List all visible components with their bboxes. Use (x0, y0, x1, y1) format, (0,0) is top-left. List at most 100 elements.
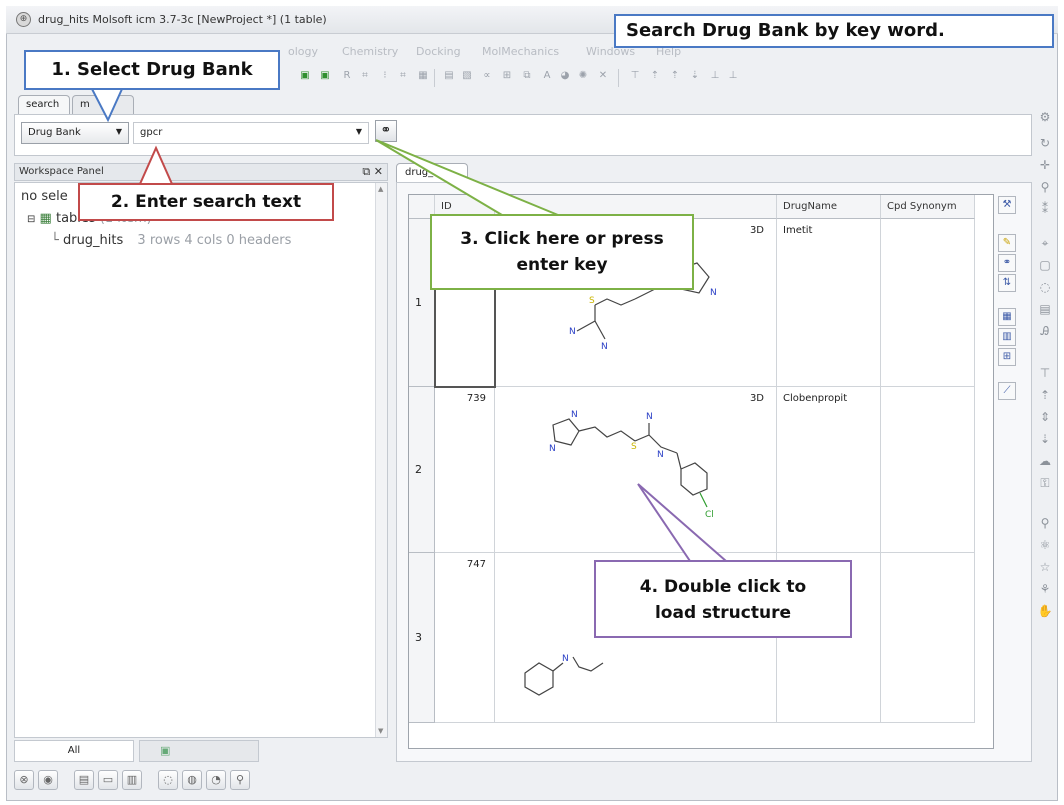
atom-icon[interactable]: ⚛ (1036, 538, 1054, 556)
grid-icon[interactable]: ▦ (416, 69, 430, 83)
scroll-up-icon[interactable]: ▲ (378, 185, 383, 193)
menu-item-biology[interactable]: ology (288, 45, 318, 58)
alignment-icon[interactable]: ∝ (480, 69, 494, 83)
toolbar-separator (434, 69, 435, 87)
molecule-icon[interactable]: ✺ (576, 69, 590, 83)
tree-icon[interactable]: ⚘ (1036, 582, 1054, 600)
align-top-icon[interactable]: ⊤ (628, 69, 642, 83)
menu-item-docking[interactable]: Docking (416, 45, 461, 58)
wrench-icon[interactable]: ⚒ (998, 196, 1016, 214)
align-mid-icon[interactable]: ⇕ (1036, 410, 1054, 428)
table-icon[interactable]: ▦ (998, 308, 1016, 326)
menu-item-molmechanics[interactable]: MolMechanics (482, 45, 559, 58)
align-mid-icon[interactable]: ⇡ (668, 69, 682, 83)
zoom-icon[interactable]: ⚲ (230, 770, 250, 790)
table-icon[interactable]: ▤ (1036, 302, 1054, 320)
table-cell-drugname[interactable]: Clobenpropit (777, 387, 881, 553)
scroll-down-icon[interactable]: ▼ (378, 727, 383, 735)
expand-icon[interactable]: ⊟ (27, 214, 35, 225)
globe-icon[interactable]: ◍ (182, 770, 202, 790)
column-header-synonym[interactable]: Cpd Synonym (881, 195, 975, 219)
workspace-scrollbar[interactable]: ▲ ▼ (375, 183, 387, 737)
copy-icon[interactable]: ⧉ (520, 69, 534, 83)
record-icon[interactable]: ◉ (38, 770, 58, 790)
label-icon[interactable]: ⌖ (1036, 236, 1054, 254)
pencil-icon[interactable]: ✎ (998, 234, 1016, 252)
add-table-icon[interactable]: ▣ (318, 69, 332, 83)
move-icon[interactable]: ✛ (1036, 158, 1054, 176)
add-molecule-icon[interactable]: ▣ (298, 69, 312, 83)
tab-molecules[interactable]: m (72, 95, 134, 115)
table-view-icon[interactable]: ⊞ (500, 69, 514, 83)
align-down-icon[interactable]: ⇣ (1036, 432, 1054, 450)
structure-cell[interactable]: 3D N N S N N Cl (495, 387, 777, 553)
atom-label: N (549, 444, 556, 454)
rotate-icon[interactable]: ↻ (1036, 136, 1054, 154)
chain-icon[interactable]: ⁝ (378, 69, 392, 83)
columns-icon[interactable]: ▥ (998, 328, 1016, 346)
star-icon[interactable]: ☆ (1036, 560, 1054, 578)
callout-step-3-line-2: enter key (516, 255, 608, 275)
tab-search[interactable]: search (18, 95, 70, 115)
table-cell-id[interactable]: 739 (435, 387, 495, 553)
row-number[interactable]: 2 (409, 387, 435, 553)
lasso-icon[interactable]: ◌ (1036, 280, 1054, 298)
bond-chain (634, 288, 656, 300)
table-cell-synonym[interactable] (881, 219, 975, 387)
panel-icon[interactable]: ▥ (122, 770, 142, 790)
mesh-icon[interactable]: ⁑ (1036, 202, 1054, 220)
text-icon[interactable]: A (540, 69, 554, 83)
text-icon[interactable]: Ꭿ (1036, 324, 1054, 342)
menu-item-chemistry[interactable]: Chemistry (342, 45, 398, 58)
close-icon[interactable]: ✕ (374, 165, 383, 178)
stop-icon[interactable]: ⊗ (14, 770, 34, 790)
bond-chain (578, 426, 636, 442)
3d-tag: 3D (749, 225, 764, 236)
box-icon[interactable]: ▢ (1036, 258, 1054, 276)
table-cell-synonym[interactable] (881, 553, 975, 723)
bond-chain (594, 298, 636, 306)
pin-icon[interactable]: ⚲ (1036, 516, 1054, 534)
tools-icon[interactable]: ✕ (596, 69, 610, 83)
database-select[interactable]: Drug Bank ▼ (21, 122, 129, 144)
sequence-icon[interactable]: ▧ (460, 69, 474, 83)
sort-icon[interactable]: ⇅ (998, 274, 1016, 292)
scaffold-icon[interactable]: ⌗ (358, 69, 372, 83)
window-icon[interactable]: ▭ (98, 770, 118, 790)
layout-icon[interactable]: ▤ (74, 770, 94, 790)
align-base-icon[interactable]: ⊥ (726, 69, 740, 83)
binoculars-icon[interactable]: ⚭ (998, 254, 1016, 272)
align-top-icon[interactable]: ⊤ (1036, 366, 1054, 384)
cloud-icon[interactable]: ☁ (1036, 454, 1054, 472)
search-input[interactable]: gpcr ▼ (133, 122, 369, 144)
table-tools: ⚒ ✎ ⚭ ⇅ ▦ ▥ ⊞ ⟋ (996, 196, 1020, 416)
tab-drug-hits[interactable]: drug_hits (396, 163, 468, 183)
cycle-icon[interactable]: ◌ (158, 770, 178, 790)
hand-icon[interactable]: ✋ (1036, 604, 1054, 622)
lock-icon[interactable]: ⚿ (1036, 476, 1054, 494)
float-icon[interactable]: ⧉ (362, 165, 370, 178)
search-button[interactable]: ⚭ (375, 120, 397, 142)
view-icon[interactable]: ◔ (206, 770, 226, 790)
globe-icon[interactable]: ◕ (558, 69, 572, 83)
align-bottom-icon[interactable]: ⊥ (708, 69, 722, 83)
tab-all[interactable]: All (14, 740, 134, 762)
tree-item-drug-hits[interactable]: └ drug_hits 3 rows 4 cols 0 headers (51, 233, 291, 248)
align-down-icon[interactable]: ⇣ (688, 69, 702, 83)
table-cell-drugname[interactable]: Imetit (777, 219, 881, 387)
gear-icon[interactable]: ⚙ (1036, 110, 1054, 128)
plot-icon[interactable]: ⟋ (998, 382, 1016, 400)
callout-step-2: 2. Enter search text (78, 183, 334, 221)
table-cell-synonym[interactable] (881, 387, 975, 553)
align-up-icon[interactable]: ⇡ (1036, 388, 1054, 406)
align-up-icon[interactable]: ⇡ (648, 69, 662, 83)
row-number[interactable]: 3 (409, 553, 435, 723)
ligand-icon[interactable]: ⌗ (396, 69, 410, 83)
table-cell-id[interactable]: 747 (435, 553, 495, 723)
tab-grid[interactable]: ▣ (139, 740, 259, 762)
r-group-icon[interactable]: R (340, 69, 354, 83)
grid-icon[interactable]: ⊞ (998, 348, 1016, 366)
pdb-icon[interactable]: ▤ (442, 69, 456, 83)
column-header-drugname[interactable]: DrugName (777, 195, 881, 219)
zoom-icon[interactable]: ⚲ (1036, 180, 1054, 198)
